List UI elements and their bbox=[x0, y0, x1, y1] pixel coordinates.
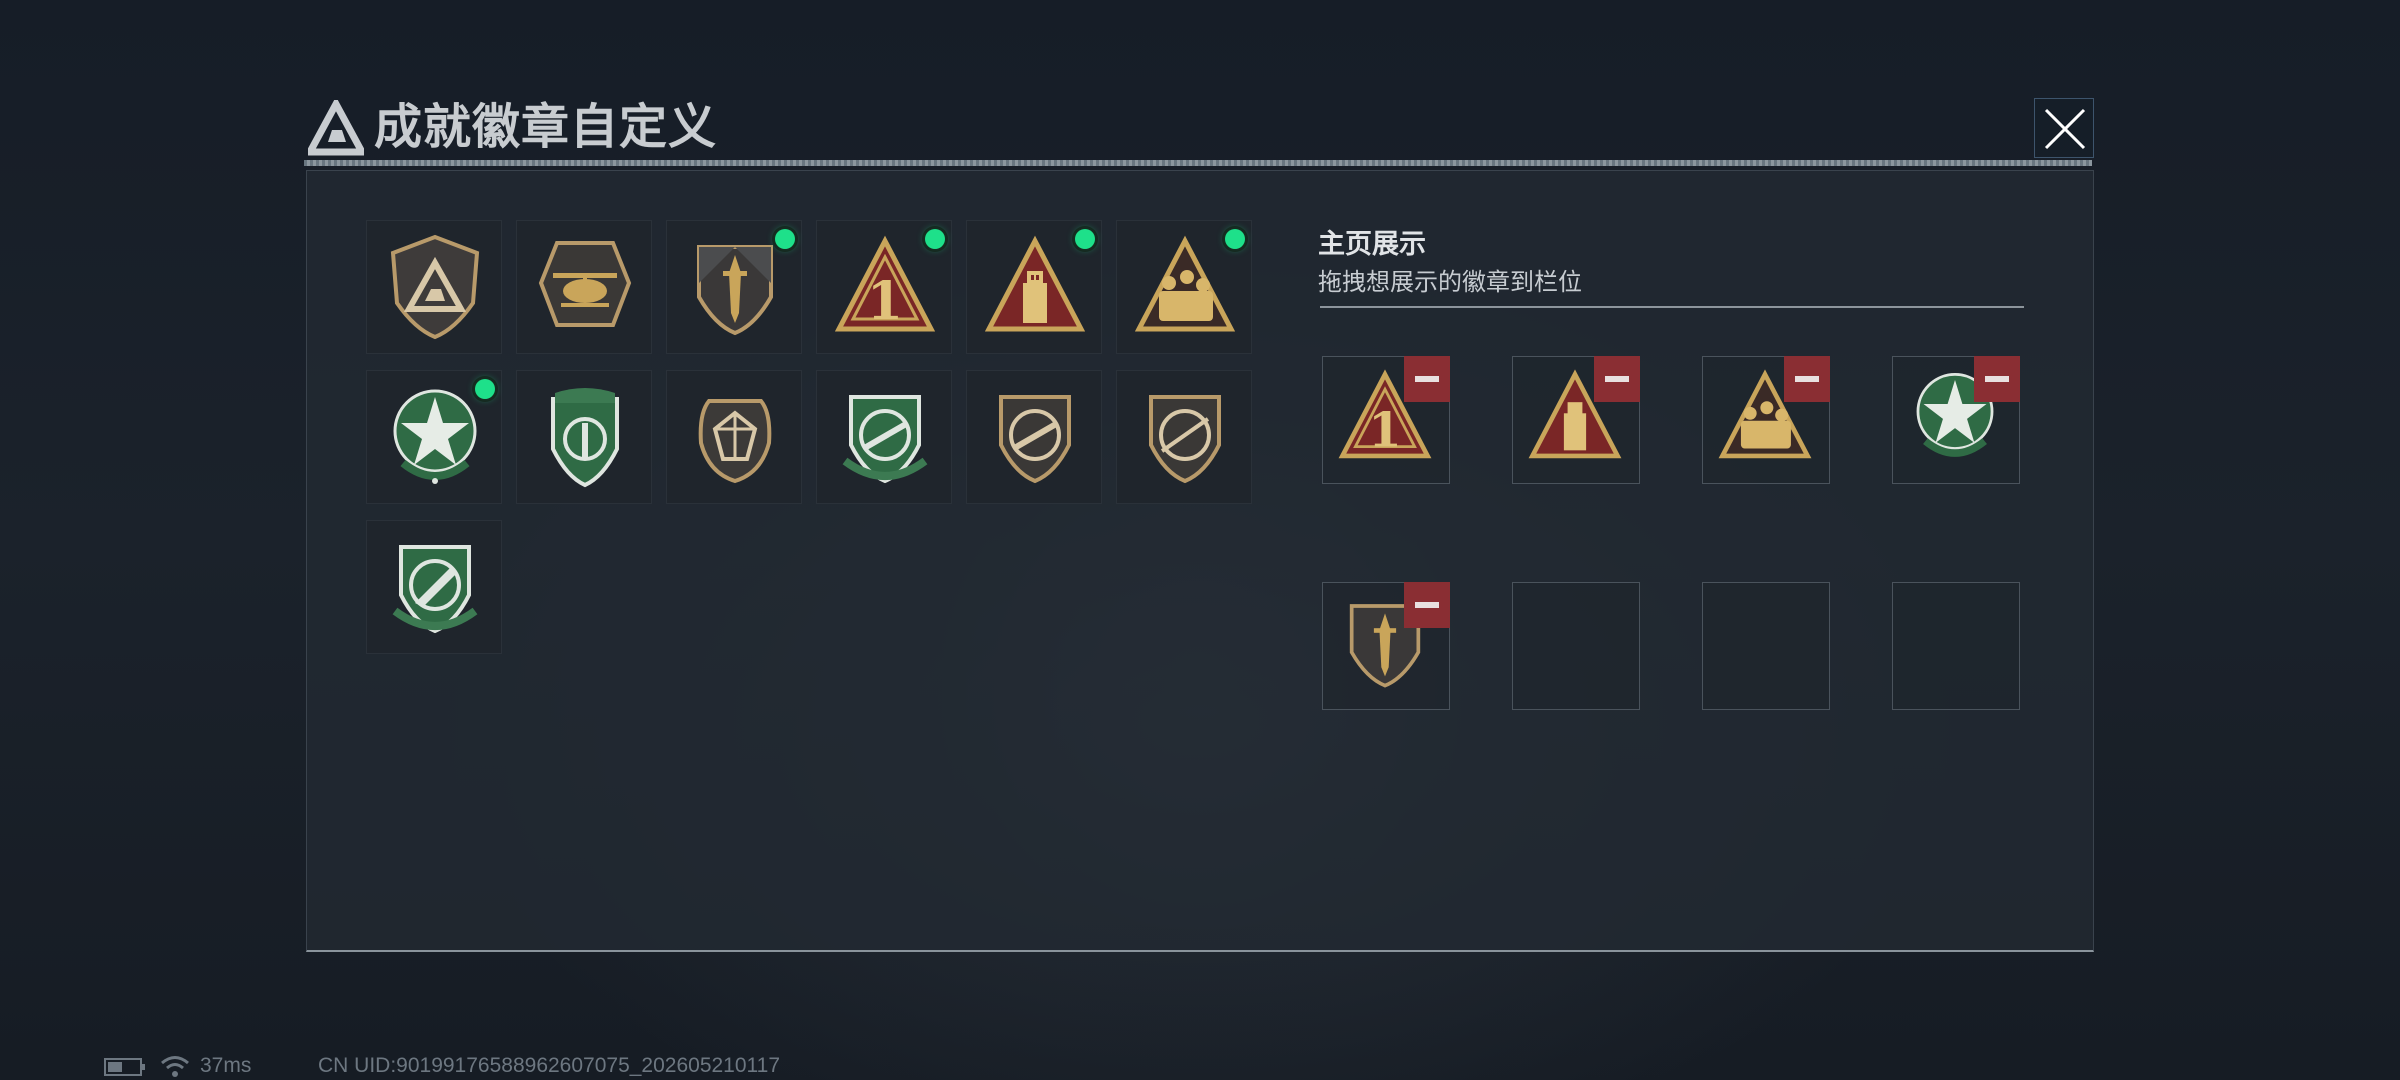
showcase-slot[interactable] bbox=[1702, 356, 1830, 484]
showcase-slot-empty[interactable] bbox=[1892, 582, 2020, 710]
triangle-logo-icon bbox=[308, 100, 364, 156]
badge-tile[interactable] bbox=[666, 220, 802, 354]
showcase-slot[interactable] bbox=[1512, 356, 1640, 484]
svg-text:1: 1 bbox=[867, 271, 903, 332]
new-indicator bbox=[1225, 229, 1245, 249]
badge-tile[interactable] bbox=[666, 370, 802, 504]
svg-text:1: 1 bbox=[1368, 403, 1402, 459]
badge-tile[interactable] bbox=[966, 370, 1102, 504]
rifle-bronze-badge-icon bbox=[999, 395, 1071, 484]
triangle-logo-badge-icon bbox=[390, 234, 480, 340]
new-indicator bbox=[1075, 229, 1095, 249]
new-indicator bbox=[475, 379, 495, 399]
showcase-title: 主页展示 bbox=[1318, 229, 1426, 259]
showcase-divider bbox=[1320, 306, 2024, 308]
rifle-green-badge-icon bbox=[842, 395, 928, 484]
remove-badge-button[interactable] bbox=[1784, 356, 1830, 402]
badge-tile[interactable] bbox=[366, 220, 502, 354]
showcase-slot[interactable]: 1 bbox=[1322, 356, 1450, 484]
title-divider bbox=[304, 160, 2092, 166]
showcase-slot[interactable] bbox=[1892, 356, 2020, 484]
showcase-slot[interactable] bbox=[1322, 582, 1450, 710]
badge-tile[interactable] bbox=[516, 220, 652, 354]
badge-tile[interactable] bbox=[516, 370, 652, 504]
squad-badge-icon bbox=[1135, 235, 1235, 332]
remove-badge-button[interactable] bbox=[1974, 356, 2020, 402]
badge-tile[interactable] bbox=[816, 370, 952, 504]
usb-badge-icon bbox=[985, 235, 1085, 332]
sniper-bronze-badge-icon bbox=[1149, 395, 1221, 484]
window-title: 成就徽章自定义 bbox=[374, 101, 718, 154]
close-icon bbox=[2044, 108, 2086, 150]
remove-badge-button[interactable] bbox=[1404, 582, 1450, 628]
badge-tile[interactable] bbox=[1116, 220, 1252, 354]
star-wreath-badge-icon bbox=[393, 389, 477, 484]
wifi-icon bbox=[161, 1056, 189, 1077]
showcase-slot-empty[interactable] bbox=[1512, 582, 1640, 710]
close-button[interactable] bbox=[2034, 98, 2094, 158]
battery-icon bbox=[104, 1058, 145, 1076]
green-shield-badge-icon bbox=[551, 388, 619, 488]
badge-tile[interactable]: 1 bbox=[816, 220, 952, 354]
showcase-subtitle: 拖拽想展示的徽章到栏位 bbox=[1318, 269, 1582, 296]
new-indicator bbox=[775, 229, 795, 249]
new-indicator bbox=[925, 229, 945, 249]
rank-one-badge-icon: 1 bbox=[835, 235, 935, 332]
badge-tile[interactable] bbox=[1116, 370, 1252, 504]
crystal-badge-icon bbox=[698, 399, 772, 484]
ping-text: 37ms bbox=[200, 1054, 252, 1077]
helicopter-badge-icon bbox=[538, 241, 632, 327]
badge-tile[interactable] bbox=[366, 520, 502, 654]
knife-green-badge-icon bbox=[392, 545, 478, 634]
dagger-shield-badge-icon bbox=[697, 245, 773, 336]
uid-text: CN UID:90199176588962607075_202605210117 bbox=[318, 1054, 781, 1077]
badge-tile[interactable] bbox=[966, 220, 1102, 354]
showcase-slot-empty[interactable] bbox=[1702, 582, 1830, 710]
badge-tile[interactable] bbox=[366, 370, 502, 504]
window-title-bar: 成就徽章自定义 bbox=[298, 92, 2102, 164]
remove-badge-button[interactable] bbox=[1404, 356, 1450, 402]
remove-badge-button[interactable] bbox=[1594, 356, 1640, 402]
